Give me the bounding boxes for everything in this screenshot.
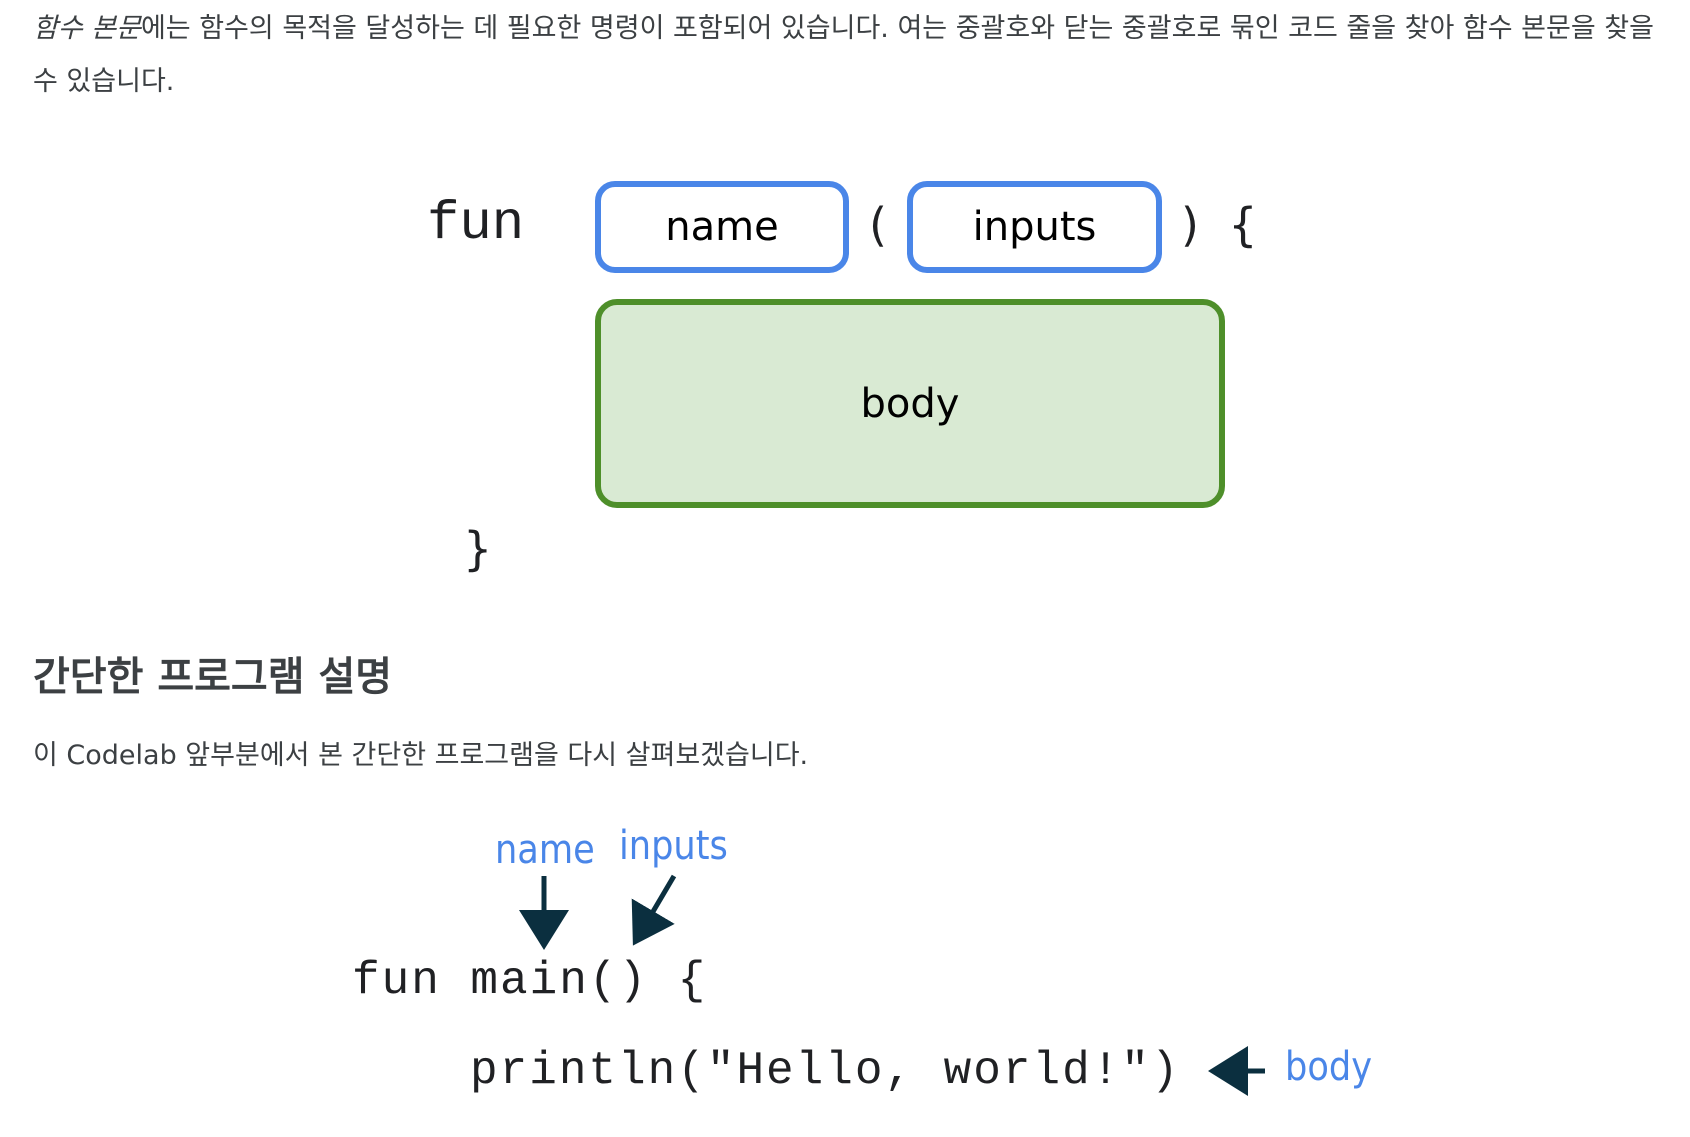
code-line-println: println("Hello, world!")	[470, 1045, 1181, 1097]
annotation-arrows	[519, 874, 1265, 1096]
body-box: body	[595, 299, 1225, 508]
open-paren: (	[869, 198, 887, 252]
fun-keyword: fun	[427, 194, 525, 255]
inputs-box: inputs	[907, 181, 1162, 273]
close-brace: }	[463, 522, 493, 576]
name-label: name	[495, 827, 595, 873]
intro-paragraph: 함수 본문에는 함수의 목적을 달성하는 데 필요한 명령이 포함되어 있습니다…	[33, 2, 1673, 108]
name-box: name	[595, 181, 849, 273]
body-label: body	[1285, 1044, 1373, 1090]
intro-text: 에는 함수의 목적을 달성하는 데 필요한 명령이 포함되어 있습니다. 여는 …	[33, 13, 1654, 97]
code-line-fun-main: fun main() {	[352, 955, 708, 1007]
close-paren-open-brace: ) {	[1181, 198, 1258, 252]
section-heading: 간단한 프로그램 설명	[33, 654, 393, 700]
section-paragraph: 이 Codelab 앞부분에서 본 간단한 프로그램을 다시 살펴보겠습니다.	[33, 740, 809, 771]
function-body-term: 함수 본문	[33, 13, 141, 44]
inputs-label: inputs	[619, 823, 728, 869]
inputs-arrow-icon	[631, 874, 677, 946]
